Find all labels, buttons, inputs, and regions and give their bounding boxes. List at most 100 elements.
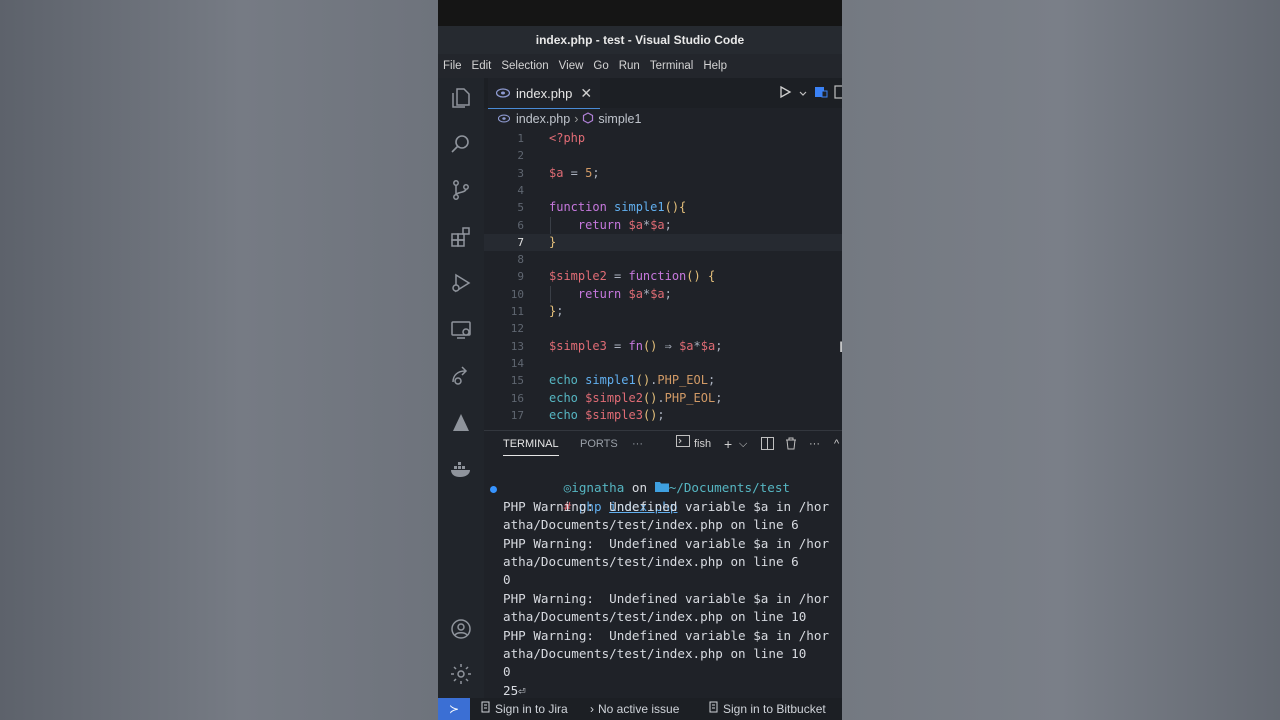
code-line[interactable]: 8 [484, 251, 842, 268]
code-editor[interactable]: 1 <?php 2 3 $a = 5; 4 5 function simple1(){6 re… [484, 130, 842, 426]
window-top-bar [438, 0, 842, 26]
code-line[interactable]: 3 $a = 5; [484, 165, 842, 182]
bitbucket-icon [708, 698, 719, 720]
tab-index-php[interactable]: index.php ✕ [488, 78, 600, 109]
code-line[interactable]: 14 [484, 355, 842, 372]
terminal-line: 0 [503, 572, 511, 588]
code-line[interactable]: 10 return $a*$a; [484, 285, 842, 303]
new-terminal-button[interactable]: + [724, 431, 732, 457]
menu-edit[interactable]: Edit [467, 60, 497, 72]
live-share-icon[interactable] [447, 362, 475, 390]
code-line[interactable]: 2 [484, 147, 842, 164]
line-number: 3 [517, 166, 524, 180]
tab-ports[interactable]: PORTS [580, 431, 618, 457]
remote-explorer-icon[interactable] [447, 316, 475, 344]
status-bitbucket[interactable]: Sign in to Bitbucket [708, 698, 826, 720]
menu-run[interactable]: Run [614, 60, 645, 72]
atlassian-icon[interactable] [447, 409, 475, 437]
line-number: 10 [510, 287, 524, 301]
code-line[interactable]: 9 $simple2 = function() { [484, 268, 842, 285]
source-control-icon[interactable] [447, 176, 475, 204]
activity-bar [438, 78, 484, 698]
tab-label: index.php [516, 85, 573, 101]
code-token: fn [628, 338, 643, 353]
code-line[interactable]: 5 function simple1(){ [484, 199, 842, 216]
line-number: 7 [517, 235, 524, 249]
code-line[interactable]: 13 $simple3 = fn() ⇒ $a*$a; [484, 338, 842, 355]
line-number: 16 [510, 391, 524, 405]
code-line[interactable]: 11}; [484, 303, 842, 320]
code-token: * [693, 338, 701, 353]
run-icon[interactable] [778, 84, 792, 103]
status-jira[interactable]: Sign in to Jira [480, 698, 568, 720]
open-changes-icon[interactable] [814, 84, 828, 103]
account-icon[interactable] [447, 615, 475, 643]
breadcrumb-file[interactable]: index.php [516, 112, 570, 126]
code-token: echo [549, 373, 578, 388]
code-token: () [642, 338, 658, 353]
editor-tab-row: index.php ✕ [484, 78, 842, 109]
terminal-panel: TERMINAL PORTS ··· fish + ⌵ ··· ^ ◎ignat… [484, 430, 842, 699]
terminal-line: atha/Documents/test/index.php on line 6 [503, 517, 799, 533]
code-token: () [642, 390, 658, 405]
trash-icon[interactable] [785, 431, 797, 457]
split-terminal-icon[interactable] [761, 431, 774, 457]
code-line[interactable]: 17 echo $simple3(); [484, 407, 842, 424]
vscode-window: index.php - test - Visual Studio Code Fi… [438, 0, 842, 720]
explorer-icon[interactable] [447, 84, 475, 112]
code-token: ; [707, 373, 716, 388]
code-line[interactable]: 6 return $a*$a; [484, 216, 842, 234]
code-line[interactable]: 16 echo $simple2().PHP_EOL; [484, 390, 842, 407]
menu-help[interactable]: Help [698, 60, 732, 72]
menu-bar: File Edit Selection View Go Run Terminal… [438, 54, 842, 78]
split-editor-icon[interactable] [834, 84, 842, 103]
docker-icon[interactable] [447, 455, 475, 483]
code-token: ; [664, 286, 672, 301]
jira-icon [480, 698, 491, 720]
terminal-line: atha/Documents/test/index.php on line 10 [503, 646, 807, 661]
menu-terminal[interactable]: Terminal [645, 60, 698, 72]
menu-view[interactable]: View [554, 60, 589, 72]
code-line[interactable]: 4 [484, 182, 842, 199]
menu-selection[interactable]: Selection [496, 60, 553, 72]
terminal-output[interactable]: ◎ignatha on ~/Documents/test # php index… [484, 461, 842, 699]
tab-terminal[interactable]: TERMINAL [503, 431, 559, 456]
breadcrumb-symbol[interactable]: simple1 [598, 112, 641, 126]
settings-gear-icon[interactable] [447, 660, 475, 688]
status-issue[interactable]: › No active issue [590, 698, 679, 720]
remote-indicator[interactable]: ≻ [438, 698, 470, 720]
close-icon[interactable]: ✕ [580, 85, 592, 102]
code-token: $simple3 [549, 338, 607, 353]
menu-go[interactable]: Go [588, 60, 613, 72]
code-text: echo $simple3(); [549, 407, 665, 424]
code-text: $simple2 = function() { [549, 268, 715, 285]
code-token: ; [592, 165, 600, 180]
code-line[interactable]: 1 <?php [484, 130, 842, 147]
extensions-icon[interactable] [447, 223, 475, 251]
code-token: $simple3 [585, 407, 643, 422]
terminal-prompt: ◎ignatha on ~/Documents/test [503, 461, 790, 495]
run-debug-icon[interactable] [447, 269, 475, 297]
line-number: 13 [510, 339, 524, 353]
maximize-panel-icon[interactable]: ^ [834, 431, 839, 457]
code-token: ; [657, 407, 665, 422]
code-text: }; [549, 303, 563, 320]
code-line[interactable]: 7} [484, 233, 842, 252]
status-jira-label: Sign in to Jira [495, 702, 568, 716]
terminal-line: PHP Warning: Undefined variable $a in /h… [503, 627, 830, 643]
terminal-shell-selector[interactable]: fish [676, 431, 711, 457]
line-number: 15 [510, 374, 524, 388]
line-number: 6 [517, 218, 524, 232]
search-icon[interactable] [447, 130, 475, 158]
menu-file[interactable]: File [438, 60, 467, 72]
panel-more-button[interactable]: ··· [632, 431, 643, 457]
code-line[interactable]: 12 [484, 320, 842, 337]
code-token: $simple2 [585, 390, 643, 405]
terminal-dropdown-icon[interactable]: ⌵ [739, 431, 747, 457]
line-number: 2 [517, 149, 524, 163]
code-text: return $a*$a; [549, 286, 672, 303]
code-line[interactable]: 15 echo simple1().PHP_EOL; [484, 372, 842, 389]
terminal-more-button[interactable]: ··· [809, 431, 820, 457]
chevron-down-icon[interactable] [798, 84, 808, 103]
chevron-right-icon: › [590, 702, 594, 716]
